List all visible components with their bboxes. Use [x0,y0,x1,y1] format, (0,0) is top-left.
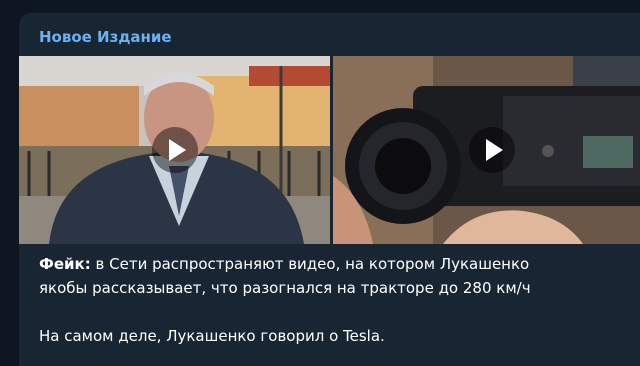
play-icon [168,139,186,161]
chat-view: Новое Издание Фейк: в Сети распространяю… [0,0,640,366]
message-bubble: Новое Издание Фейк: в Сети распространяю… [19,13,640,366]
video-thumbnail-left[interactable] [19,56,330,244]
play-icon [486,139,503,161]
fake-label: Фейк: [39,255,91,273]
message-paragraph-1: Фейк: в Сети распространяют видео, на ко… [39,252,639,276]
message-line-2: якобы рассказывает, что разогнался на тр… [39,279,531,297]
video-thumbnail-right[interactable] [333,56,640,244]
message-paragraph-2: На самом деле, Лукашенко говорил о Tesla… [39,327,385,345]
channel-name[interactable]: Новое Издание [39,27,172,47]
play-button-left[interactable] [151,127,198,173]
message-line-1: в Сети распространяют видео, на котором … [90,255,530,273]
message-text: Фейк: в Сети распространяют видео, на ко… [39,252,639,348]
play-button-right[interactable] [469,127,515,173]
